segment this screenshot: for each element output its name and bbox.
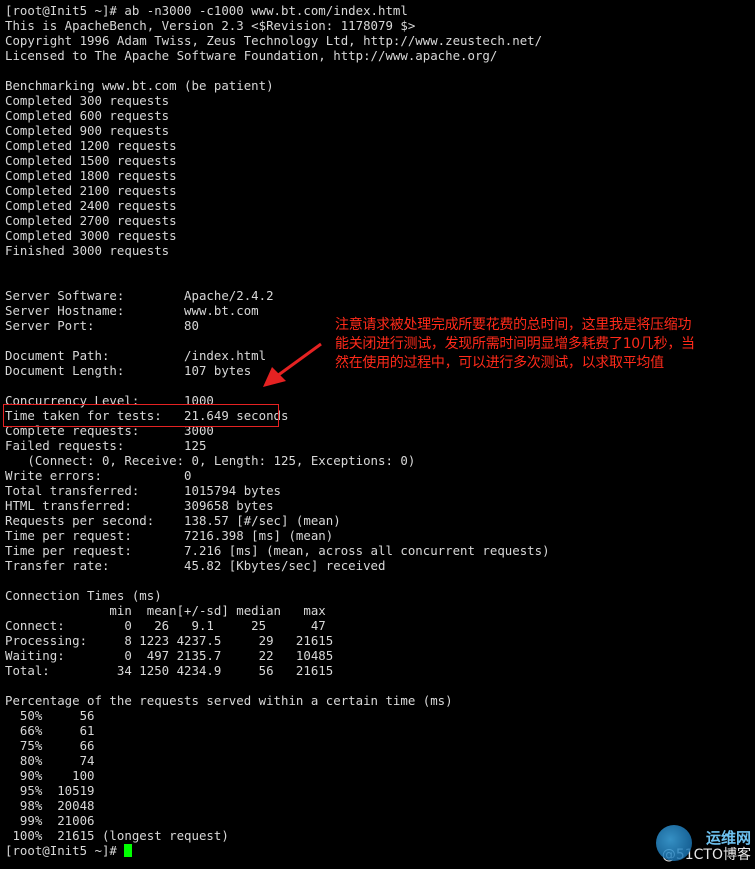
terminal-line: Finished 3000 requests [5, 243, 170, 258]
terminal-line: Benchmarking www.bt.com (be patient) [5, 78, 274, 93]
terminal-output: [root@Init5 ~]# ab -n3000 -c1000 www.bt.… [5, 3, 755, 858]
terminal-line: Transfer rate: 45.82 [Kbytes/sec] receiv… [5, 558, 386, 573]
terminal-line: Connection Times (ms) [5, 588, 162, 603]
terminal-line: Completed 600 requests [5, 108, 170, 123]
annotation-line: 注意请求被处理完成所要花费的总时间，这里我是将压缩功 [335, 317, 692, 333]
terminal-line: Completed 2700 requests [5, 213, 177, 228]
annotation-line: 然在使用的过程中，可以进行多次测试，以求取平均值 [335, 355, 664, 371]
terminal-line: 100% 21615 (longest request) [5, 828, 229, 843]
terminal-line: Percentage of the requests served within… [5, 693, 453, 708]
annotation-line: 能关闭进行测试，发现所需时间明显增多耗费了10几秒，当 [335, 336, 695, 352]
terminal-line: 80% 74 [5, 753, 95, 768]
terminal-line: Completed 300 requests [5, 93, 170, 108]
terminal-line: 50% 56 [5, 708, 95, 723]
terminal-line: Copyright 1996 Adam Twiss, Zeus Technolo… [5, 33, 543, 48]
terminal-line: Completed 1800 requests [5, 168, 177, 183]
watermark-logo-icon [655, 825, 692, 861]
watermark-top-text: 运维网 [705, 829, 751, 847]
terminal-line: min mean[+/-sd] median max [5, 603, 326, 618]
highlight-box [3, 404, 279, 427]
watermark: 运维网 @51CTO博客 [655, 825, 751, 863]
terminal-line: 98% 20048 [5, 798, 95, 813]
terminal-line: Total: 34 1250 4234.9 56 21615 [5, 663, 334, 678]
terminal-line: Completed 1500 requests [5, 153, 177, 168]
terminal-prompt-line[interactable]: [root@Init5 ~]# [5, 843, 755, 858]
terminal-line: Waiting: 0 497 2135.7 22 10485 [5, 648, 334, 663]
terminal-line: Write errors: 0 [5, 468, 192, 483]
terminal-line: (Connect: 0, Receive: 0, Length: 125, Ex… [5, 453, 416, 468]
terminal-line: Server Software: Apache/2.4.2 [5, 288, 274, 303]
terminal-line: 75% 66 [5, 738, 95, 753]
terminal-line: 95% 10519 [5, 783, 95, 798]
terminal-line: Completed 2100 requests [5, 183, 177, 198]
terminal-line: Completed 1200 requests [5, 138, 177, 153]
shell-prompt: [root@Init5 ~]# [5, 843, 125, 858]
terminal-line: Failed requests: 125 [5, 438, 207, 453]
terminal-cursor[interactable] [124, 844, 133, 857]
terminal-line: Connect: 0 26 9.1 25 47 [5, 618, 326, 633]
terminal-line: Processing: 8 1223 4237.5 29 21615 [5, 633, 334, 648]
terminal-line: Completed 2400 requests [5, 198, 177, 213]
terminal-line: Time per request: 7216.398 [ms] (mean) [5, 528, 334, 543]
terminal-line: 99% 21006 [5, 813, 95, 828]
terminal-line: 90% 100 [5, 768, 95, 783]
terminal-line: [root@Init5 ~]# ab -n3000 -c1000 www.bt.… [5, 3, 408, 18]
terminal-line: This is ApacheBench, Version 2.3 <$Revis… [5, 18, 416, 33]
terminal-line: Licensed to The Apache Software Foundati… [5, 48, 498, 63]
terminal-line: Time per request: 7.216 [ms] (mean, acro… [5, 543, 550, 558]
annotation-arrow-icon [263, 342, 322, 387]
terminal-line: Completed 3000 requests [5, 228, 177, 243]
terminal-line: HTML transferred: 309658 bytes [5, 498, 274, 513]
terminal-line: Completed 900 requests [5, 123, 170, 138]
annotation-note: 注意请求被处理完成所要花费的总时间，这里我是将压缩功 能关闭进行测试，发现所需时间… [335, 316, 755, 373]
terminal-line: Total transferred: 1015794 bytes [5, 483, 282, 498]
terminal-line: Requests per second: 138.57 [#/sec] (mea… [5, 513, 341, 528]
terminal-line: 66% 61 [5, 723, 95, 738]
